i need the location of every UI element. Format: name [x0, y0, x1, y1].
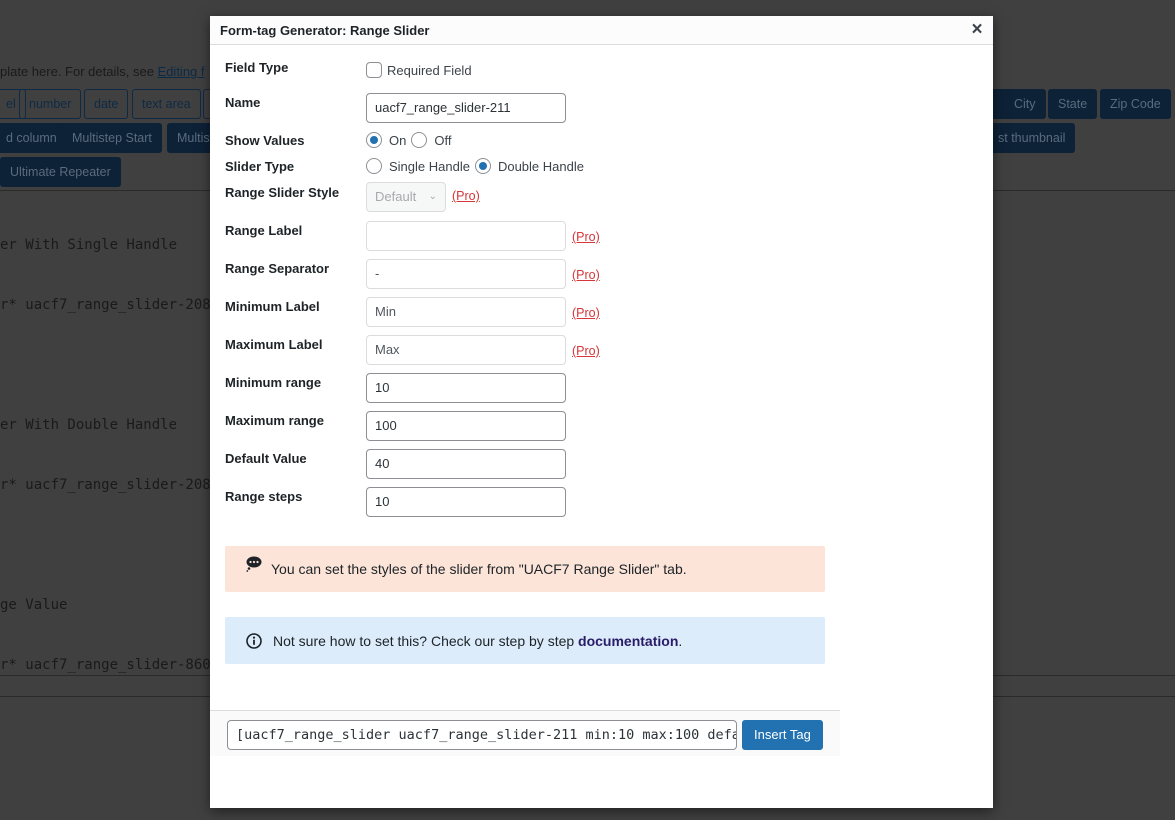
- chevron-down-icon: ⌄: [428, 191, 437, 202]
- form-template-editor[interactable]: er With Single Handle r* uacf7_range_sli…: [0, 195, 211, 715]
- modal-footer: [uacf7_range_slider uacf7_range_slider-2…: [210, 710, 840, 756]
- documentation-link[interactable]: documentation: [578, 633, 678, 649]
- tag-button-ultimate-repeater[interactable]: Ultimate Repeater: [0, 157, 121, 187]
- maximum-label-label: Maximum Label: [225, 337, 323, 352]
- range-separator-input[interactable]: -: [366, 259, 566, 289]
- range-steps-label: Range steps: [225, 489, 303, 504]
- close-icon[interactable]: ×: [968, 20, 986, 40]
- required-field-label: Required Field: [387, 62, 472, 78]
- tag-button-number[interactable]: number: [19, 89, 82, 119]
- field-type-label: Field Type: [225, 60, 289, 75]
- documentation-notice-text: Not sure how to set this? Check our step…: [273, 632, 683, 649]
- range-separator-label: Range Separator: [225, 261, 330, 276]
- double-handle-radio[interactable]: [474, 158, 491, 174]
- pro-link[interactable]: (Pro): [572, 344, 600, 358]
- tag-button-city[interactable]: City: [1004, 89, 1046, 119]
- minimum-label-input[interactable]: Min: [366, 297, 566, 327]
- speech-bubble-icon: [245, 555, 263, 573]
- form-tag-generator-modal: Form-tag Generator: Range Slider × Field…: [210, 16, 993, 808]
- tag-button-zip-code[interactable]: Zip Code: [1100, 89, 1171, 119]
- styles-notice: You can set the styles of the slider fro…: [225, 546, 825, 592]
- required-field-checkbox[interactable]: [366, 62, 382, 78]
- tag-button-end-column[interactable]: d column: [0, 123, 67, 153]
- double-handle-label: Double Handle: [497, 158, 584, 174]
- generated-tag-input[interactable]: [uacf7_range_slider uacf7_range_slider-2…: [227, 720, 737, 750]
- single-handle-label: Single Handle: [389, 158, 470, 174]
- tag-button-post-thumbnail[interactable]: st thumbnail: [988, 123, 1076, 153]
- insert-tag-button[interactable]: Insert Tag: [742, 720, 823, 750]
- modal-title: Form-tag Generator: Range Slider: [220, 23, 430, 38]
- range-slider-style-label: Range Slider Style: [225, 185, 340, 200]
- minimum-range-input[interactable]: 10: [366, 373, 566, 403]
- minimum-range-label: Minimum range: [225, 375, 322, 390]
- pro-link[interactable]: (Pro): [572, 306, 600, 320]
- styles-notice-text: You can set the styles of the slider fro…: [271, 561, 687, 577]
- show-values-off-radio[interactable]: [411, 132, 428, 148]
- show-values-label: Show Values: [225, 133, 305, 148]
- pro-link[interactable]: (Pro): [452, 189, 480, 203]
- range-steps-input[interactable]: 10: [366, 487, 566, 517]
- tag-button-state[interactable]: State: [1048, 89, 1098, 119]
- editor-description: plate here. For details, see Editing f: [0, 64, 205, 79]
- minimum-label-label: Minimum Label: [225, 299, 320, 314]
- pro-link[interactable]: (Pro): [572, 268, 600, 282]
- tag-button-multistep-start[interactable]: Multistep Start: [62, 123, 162, 153]
- documentation-notice: Not sure how to set this? Check our step…: [225, 617, 825, 664]
- slider-type-label: Slider Type: [225, 159, 295, 174]
- maximum-range-input[interactable]: 100: [366, 411, 566, 441]
- name-input[interactable]: uacf7_range_slider-211: [366, 93, 566, 123]
- show-values-on-label: On: [389, 132, 407, 148]
- editing-link[interactable]: Editing f: [158, 64, 205, 79]
- tag-button-date[interactable]: date: [84, 89, 129, 119]
- maximum-range-label: Maximum range: [225, 413, 324, 428]
- show-values-on-radio[interactable]: [366, 132, 382, 148]
- modal-header: Form-tag Generator: Range Slider ×: [210, 16, 993, 45]
- range-label-label: Range Label: [225, 223, 303, 238]
- tag-button-textarea[interactable]: text area: [132, 89, 201, 119]
- range-slider-style-select[interactable]: Default ⌄: [366, 182, 446, 212]
- range-label-input[interactable]: [366, 221, 566, 251]
- info-icon: [245, 632, 263, 650]
- default-value-input[interactable]: 40: [366, 449, 566, 479]
- default-value-label: Default Value: [225, 451, 307, 466]
- maximum-label-input[interactable]: Max: [366, 335, 566, 365]
- show-values-off-label: Off: [434, 132, 452, 148]
- name-label: Name: [225, 95, 261, 110]
- single-handle-radio[interactable]: [366, 158, 382, 174]
- pro-link[interactable]: (Pro): [572, 230, 600, 244]
